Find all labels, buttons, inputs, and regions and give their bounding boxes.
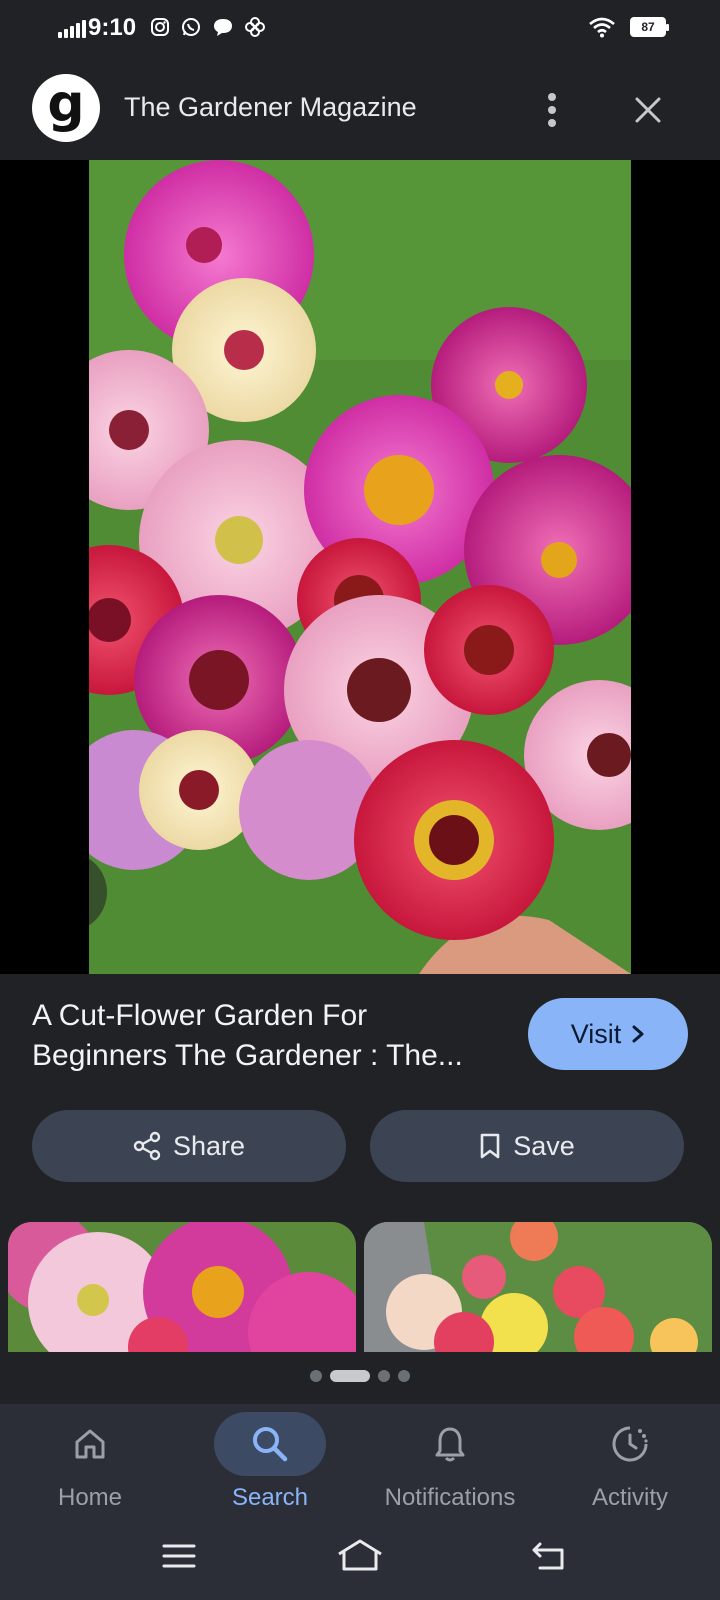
back-icon [532,1542,564,1570]
wifi-icon [589,17,615,38]
flower-bouquet-image[interactable] [89,160,631,974]
save-button[interactable]: Save [370,1110,684,1182]
site-title[interactable]: The Gardener Magazine [124,92,417,123]
visit-button[interactable]: Visit [528,998,688,1070]
visit-label: Visit [570,1018,622,1049]
chat-bubble-icon [214,19,232,36]
page-indicator [0,1370,720,1382]
search-icon [253,1427,288,1462]
system-navigation-bar [0,1524,720,1600]
signal-icon [58,20,86,38]
whatsapp-icon [182,18,200,36]
result-title[interactable]: A Cut-Flower Garden For Beginners The Ga… [32,996,502,1076]
system-status-icons: 87 [588,16,669,38]
page-dot-active [330,1370,370,1382]
site-avatar[interactable]: g [32,74,100,142]
nav-home-label: Home [57,1484,123,1511]
home-system-button[interactable] [336,1538,384,1577]
status-bar: 9:10 87 [0,0,720,56]
pinwheel-icon [245,17,265,37]
site-initial: g [47,74,85,134]
nav-notifications[interactable]: Notifications [360,1404,540,1524]
image-viewer [0,160,720,974]
menu-icon [162,1544,196,1568]
page-dot [378,1370,390,1382]
nav-search-label: Search [231,1484,309,1511]
nav-notifications-label: Notifications [384,1484,516,1511]
more-options-button[interactable] [534,84,570,136]
share-icon [133,1131,161,1161]
page-dot [398,1370,410,1382]
chevron-right-icon [632,1025,644,1043]
bottom-navigation: Home Search Notifications Activity [0,1404,720,1524]
header: g The Gardener Magazine [0,56,720,160]
battery-icon: 87 [630,17,669,37]
more-vert-icon [548,93,556,127]
instagram-icon [151,18,169,36]
bookmark-icon [480,1133,500,1159]
nav-activity[interactable]: Activity [540,1404,720,1524]
save-label: Save [513,1130,575,1161]
related-image-2[interactable] [364,1222,712,1352]
close-button[interactable] [626,84,670,136]
page-dot [310,1370,322,1382]
close-icon [635,97,661,123]
nav-activity-label: Activity [591,1484,668,1511]
share-label: Share [172,1130,246,1161]
notification-icons [150,16,266,38]
related-image-1[interactable] [8,1222,356,1352]
nav-search[interactable]: Search [180,1404,360,1524]
share-button[interactable]: Share [32,1110,346,1182]
activity-icon [612,1426,648,1462]
status-time: 9:10 [88,14,137,41]
home-outline-icon [338,1539,382,1571]
back-button[interactable] [530,1540,568,1577]
bell-icon [435,1427,465,1462]
recent-apps-button[interactable] [162,1542,196,1575]
nav-home[interactable]: Home [0,1404,180,1524]
home-icon [75,1429,105,1459]
